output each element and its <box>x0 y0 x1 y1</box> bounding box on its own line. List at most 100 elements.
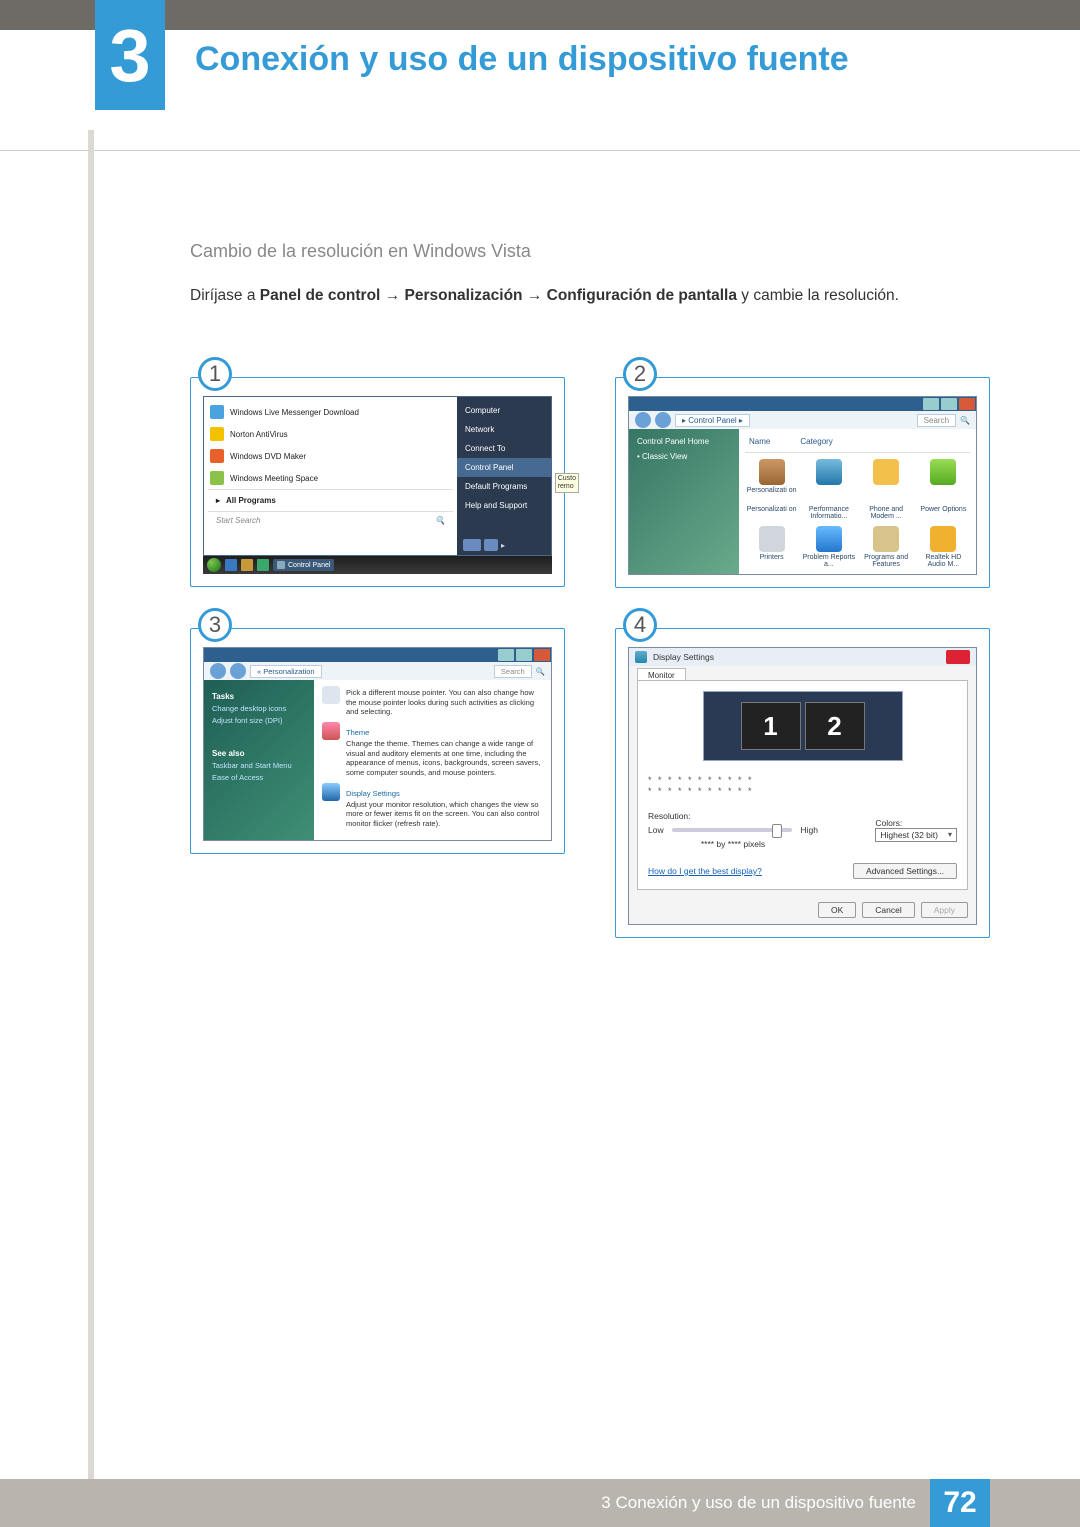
cp-label: Personalizati on <box>747 506 797 513</box>
see-also-link: Ease of Access <box>212 773 306 782</box>
cp-label: Performance Informatio... <box>809 506 849 520</box>
cp-home: Control Panel Home <box>637 437 731 446</box>
chapter-title: Conexión y uso de un dispositivo fuente <box>195 40 849 79</box>
display-settings-screenshot: Display Settings Monitor 1 2 * * * * * *… <box>628 647 977 925</box>
start-orb-icon <box>207 558 221 572</box>
start-item: Norton AntiVirus <box>230 430 288 439</box>
apply-button: Apply <box>921 902 968 918</box>
figure-3-number: 3 <box>198 608 232 642</box>
figure-4: 4 Display Settings Monitor 1 2 <box>615 628 990 938</box>
close-icon <box>959 398 975 410</box>
col-category: Category <box>800 437 832 446</box>
instr-path1: Panel de control <box>260 287 381 304</box>
figure-1-number: 1 <box>198 357 232 391</box>
resolution-value: **** by **** pixels <box>648 839 818 849</box>
chevron-right-icon: ▸ <box>501 541 505 550</box>
window-icon <box>635 651 647 663</box>
cp-label: Power Options <box>920 506 966 513</box>
chapter-badge: 3 <box>95 0 165 110</box>
forward-icon <box>655 412 671 428</box>
display-settings-link: Display Settings <box>346 789 543 798</box>
figure-3: 3 « Personalization Search 🔍 Tasks <box>190 628 565 938</box>
start-item: Windows Meeting Space <box>230 474 318 483</box>
figure-2: 2 ▸ Control Panel ▸ Search 🔍 Control <box>615 377 990 588</box>
power-icon <box>463 539 481 551</box>
close-icon <box>534 649 550 661</box>
lock-icon <box>484 539 498 551</box>
personalization-screenshot: « Personalization Search 🔍 Tasks Change … <box>203 647 552 841</box>
monitor-preview: 1 2 <box>703 691 903 761</box>
footer-text: 3 Conexión y uso de un dispositivo fuent… <box>601 1493 916 1513</box>
see-also-heading: See also <box>212 749 306 758</box>
tasks-heading: Tasks <box>212 692 306 701</box>
start-search: Start Search <box>216 516 260 525</box>
taskbar-icon <box>241 559 253 571</box>
cancel-button: Cancel <box>862 902 914 918</box>
start-right-item: Help and Support <box>457 496 551 515</box>
back-icon <box>635 412 651 428</box>
cp-label: Programs and Features <box>864 554 908 568</box>
page-content: Cambio de la resolución en Windows Vista… <box>0 151 1080 938</box>
left-margin-stripe <box>88 130 94 1479</box>
colors-combo: Highest (32 bit) <box>875 828 957 842</box>
taskbar-icon <box>257 559 269 571</box>
instr-arrow1: → <box>385 287 405 304</box>
all-programs: All Programs <box>226 496 276 505</box>
instr-path2: Personalización <box>405 287 523 304</box>
cp-label: Printers <box>760 554 784 561</box>
breadcrumb: « Personalization <box>250 665 322 678</box>
cp-icon-grid: Personalizati on Personalizati on Person… <box>745 453 970 568</box>
start-right-item: Network <box>457 420 551 439</box>
cp-label: Realtek HD Audio M... <box>925 554 961 568</box>
instr-tail: y cambie la resolución. <box>741 287 899 304</box>
mouse-pointer-text: Pick a different mouse pointer. You can … <box>346 688 543 716</box>
res-low: Low <box>648 825 664 835</box>
theme-link: Theme <box>346 728 543 737</box>
ok-button: OK <box>818 902 856 918</box>
monitor-2: 2 <box>805 702 865 750</box>
resolution-slider <box>672 828 793 832</box>
search-icon: 🔍 <box>960 416 970 425</box>
breadcrumb: ▸ Control Panel ▸ <box>675 414 750 427</box>
cp-item: Personalizati on <box>747 487 797 494</box>
page-header: 3 Conexión y uso de un dispositivo fuent… <box>0 30 1080 130</box>
section-subheading: Cambio de la resolución en Windows Vista <box>190 241 990 262</box>
col-name: Name <box>749 437 770 446</box>
instruction-text: Diríjase a Panel de control → Personaliz… <box>190 284 990 307</box>
search-icon: 🔍 <box>435 516 445 525</box>
instr-leadin: Diríjase a <box>190 287 260 304</box>
instr-path3: Configuración de pantalla <box>547 287 737 304</box>
res-high: High <box>800 825 817 835</box>
control-panel-screenshot: ▸ Control Panel ▸ Search 🔍 Control Panel… <box>628 396 977 575</box>
tooltip-line: remo <box>558 483 574 490</box>
task-link: Adjust font size (DPI) <box>212 716 306 725</box>
cp-label: Problem Reports a... <box>803 554 856 568</box>
instr-arrow2: → <box>527 287 547 304</box>
window-title: Display Settings <box>653 652 714 662</box>
start-right-item: Connect To <box>457 439 551 458</box>
placeholder-dots: * * * * * * * * * * ** * * * * * * * * *… <box>648 775 957 797</box>
display-settings-text: Adjust your monitor resolution, which ch… <box>346 800 543 828</box>
search-icon: 🔍 <box>536 667 545 676</box>
back-icon <box>210 663 226 679</box>
start-right-highlight: Control Panel <box>457 458 551 477</box>
search-field: Search <box>494 665 532 678</box>
tooltip-line: Custo <box>558 475 576 482</box>
monitor-1: 1 <box>741 702 801 750</box>
task-link: Change desktop icons <box>212 704 306 713</box>
forward-icon <box>230 663 246 679</box>
figure-4-number: 4 <box>623 608 657 642</box>
start-item: Windows DVD Maker <box>230 452 306 461</box>
figure-2-number: 2 <box>623 357 657 391</box>
taskbar: Control Panel <box>203 556 552 574</box>
start-item: Windows Live Messenger Download <box>230 408 359 417</box>
footer-page-number: 72 <box>930 1479 990 1527</box>
cp-classic-view: Classic View <box>642 452 687 461</box>
figures-grid: 1 Windows Live Messenger Download Norton… <box>190 377 990 938</box>
advanced-settings-button: Advanced Settings... <box>853 863 957 879</box>
taskbar-button: Control Panel <box>273 559 334 571</box>
start-right-item: Default Programs <box>465 482 527 491</box>
theme-text: Change the theme. Themes can change a wi… <box>346 739 543 777</box>
search-field: Search <box>917 414 956 427</box>
help-link: How do I get the best display? <box>648 866 762 876</box>
